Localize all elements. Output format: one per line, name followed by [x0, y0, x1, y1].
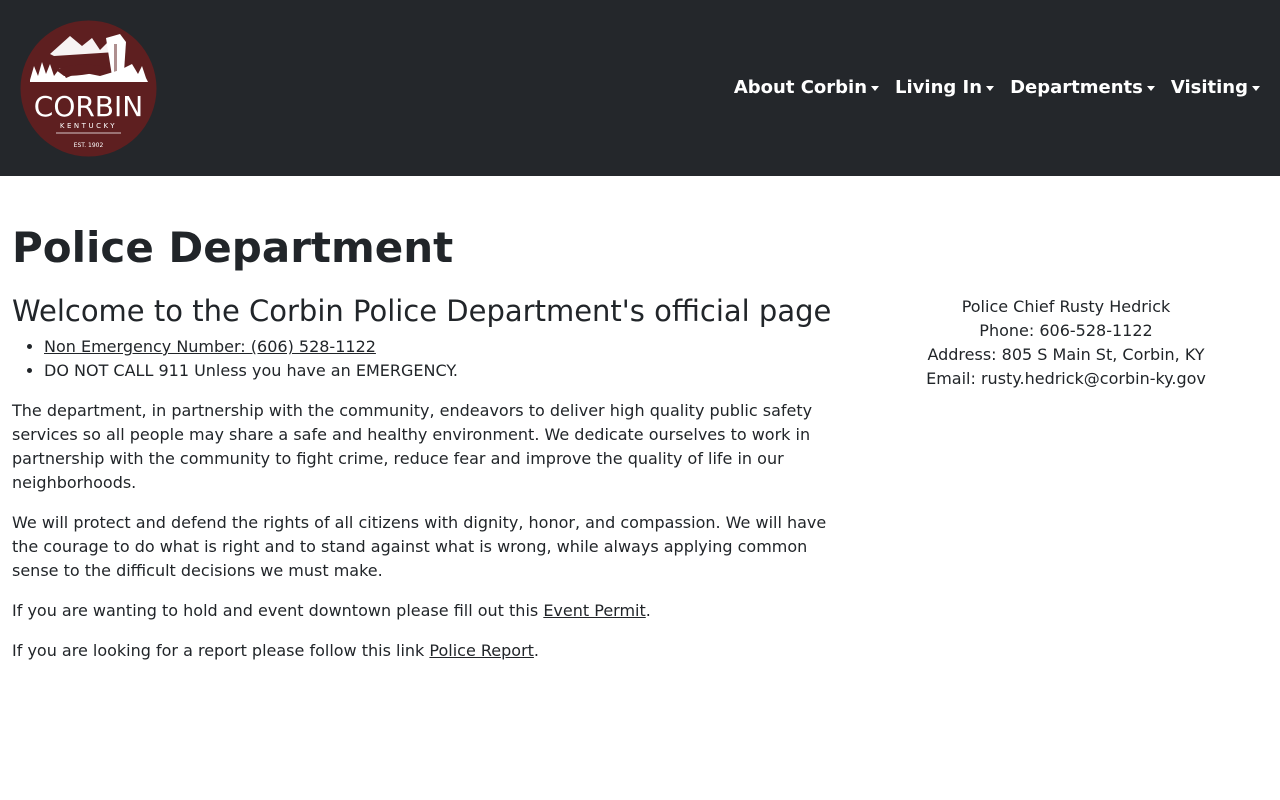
nav-about-corbin[interactable]: About Corbin: [733, 76, 880, 98]
caret-down-icon: [1252, 85, 1260, 91]
caret-down-icon: [1146, 85, 1155, 91]
event-permit-link[interactable]: Event Permit: [543, 601, 645, 620]
corbin-city-logo[interactable]: CORBIN KENTUCKY EST. 1902: [20, 20, 157, 157]
contact-bullets: Non Emergency Number: (606) 528-1122 DO …: [12, 335, 842, 383]
site-header: CORBIN KENTUCKY EST. 1902 About Corbin L…: [0, 0, 1280, 176]
police-report-paragraph: If you are looking for a report please f…: [12, 639, 842, 663]
nav-departments-label: Departments: [1010, 76, 1143, 98]
non-emergency-number-link[interactable]: Non Emergency Number: (606) 528-1122: [44, 337, 376, 356]
event-permit-paragraph: If you are wanting to hold and event dow…: [12, 599, 842, 623]
police-report-end: .: [533, 641, 540, 660]
chief-address: Address: 805 S Main St, Corbin, KY: [927, 345, 1205, 364]
values-paragraph: We will protect and defend the rights of…: [12, 513, 827, 580]
chief-name: Police Chief Rusty Hedrick: [961, 297, 1171, 316]
logo-state-name: KENTUCKY: [60, 122, 117, 130]
welcome-heading: Welcome to the Corbin Police Department'…: [12, 294, 832, 328]
logo-city-name: CORBIN: [34, 90, 143, 123]
event-permit-end: .: [645, 601, 651, 620]
nav-about-corbin-label: About Corbin: [733, 76, 868, 98]
event-permit-text: If you are wanting to hold and event dow…: [12, 601, 544, 620]
caret-down-icon: [871, 85, 880, 91]
page-title: Police Department: [12, 223, 454, 272]
nav-visiting-label: Visiting: [1170, 76, 1248, 98]
nav-visiting[interactable]: Visiting: [1171, 77, 1260, 98]
chief-email: Email: rusty.hedrick@corbin-ky.gov: [926, 369, 1206, 388]
nav-departments[interactable]: Departments: [1010, 77, 1155, 98]
nav-living-in[interactable]: Living In: [895, 76, 995, 98]
caret-down-icon: [986, 85, 995, 91]
emergency-notice: DO NOT CALL 911 Unless you have an EMERG…: [44, 359, 842, 383]
chief-phone: Phone: 606-528-1122: [979, 321, 1153, 340]
mission-paragraph: The department, in partnership with the …: [12, 401, 813, 492]
main-content: Welcome to the Corbin Police Department'…: [12, 292, 842, 663]
chief-contact-card: Police Chief Rusty Hedrick Phone: 606-52…: [866, 295, 1266, 391]
main-nav: About Corbin Living In Departments Visit…: [734, 74, 1260, 100]
police-report-text: If you are looking for a report please f…: [12, 641, 430, 660]
list-item: Non Emergency Number: (606) 528-1122: [44, 335, 842, 359]
police-report-link[interactable]: Police Report: [429, 641, 534, 660]
logo-established: EST. 1902: [74, 142, 104, 149]
nav-living-in-label: Living In: [895, 76, 983, 98]
